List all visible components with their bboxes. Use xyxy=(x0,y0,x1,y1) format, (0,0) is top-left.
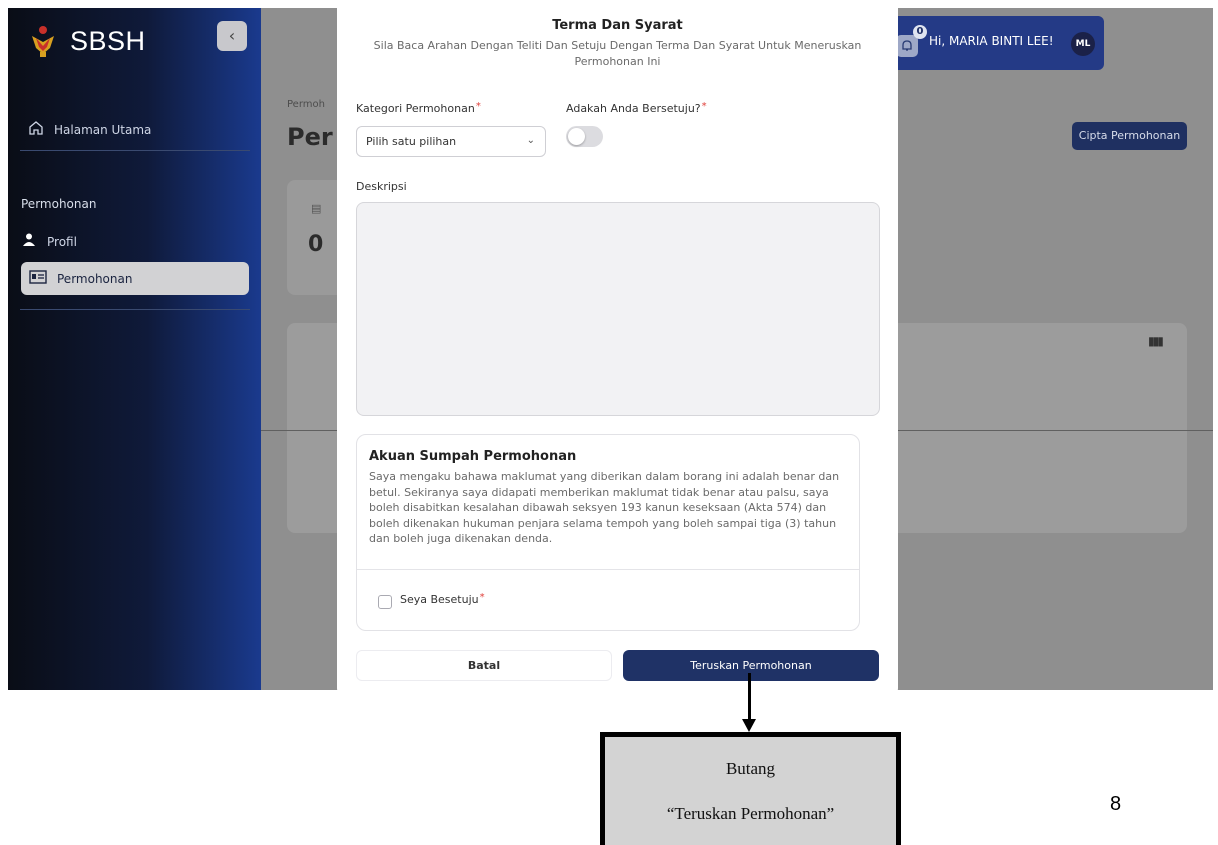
id-card-icon xyxy=(29,270,47,287)
category-select[interactable]: Pilih satu pilihan ⌄ xyxy=(356,126,546,157)
agree-label: Adakah Anda Bersetuju?* xyxy=(566,101,707,115)
oath-checkbox-label: Seya Besetuju* xyxy=(400,592,485,606)
callout-line-1: Butang xyxy=(725,759,776,778)
sidebar-collapse-button[interactable]: ‹ xyxy=(217,21,247,51)
user-bar: 0 Hi, MARIA BINTI LEE! ML xyxy=(888,16,1104,70)
user-greeting: Hi, MARIA BINTI LEE! xyxy=(929,34,1054,48)
category-label-text: Kategori Permohonan xyxy=(356,102,475,115)
sidebar-item-label: Profil xyxy=(47,234,77,249)
oath-panel: Akuan Sumpah Permohonan Saya mengaku bah… xyxy=(356,434,860,631)
agree-toggle[interactable] xyxy=(566,126,603,147)
sidebar-item-home[interactable]: Halaman Utama xyxy=(28,120,151,139)
submit-application-button[interactable]: Teruskan Permohonan xyxy=(623,650,879,681)
notification-badge: 0 xyxy=(913,25,927,39)
modal-title: Terma Dan Syarat xyxy=(552,18,683,33)
document-page: SBSH ‹ Halaman Utama Permohonan Profil P… xyxy=(0,0,1218,845)
divider xyxy=(20,150,250,151)
logo: SBSH xyxy=(28,24,146,58)
page-title: Per xyxy=(287,123,333,151)
oath-checkbox[interactable] xyxy=(378,595,392,609)
annotation-callout: Butang “Teruskan Permohonan” xyxy=(600,732,901,845)
annotation-arrow-line xyxy=(748,673,751,721)
sidebar-item-label: Permohonan xyxy=(57,271,133,286)
avatar[interactable]: ML xyxy=(1071,32,1095,56)
oath-text: Saya mengaku bahawa maklumat yang diberi… xyxy=(369,470,840,545)
category-select-value: Pilih satu pilihan xyxy=(366,135,457,148)
description-textarea[interactable] xyxy=(356,202,880,416)
description-label: Deskripsi xyxy=(356,180,407,193)
oath-checkbox-label-text: Seya Besetuju xyxy=(400,593,479,606)
sidebar: SBSH ‹ Halaman Utama Permohonan Profil P… xyxy=(8,8,261,690)
agree-label-text: Adakah Anda Bersetuju? xyxy=(566,102,701,115)
toggle-knob xyxy=(568,128,585,145)
stat-value: 0 xyxy=(308,232,324,257)
chevron-down-icon: ⌄ xyxy=(526,135,535,146)
oath-title: Akuan Sumpah Permohonan xyxy=(369,449,577,464)
required-mark: * xyxy=(475,101,481,112)
sidebar-item-permohonan[interactable]: Permohonan xyxy=(21,262,249,295)
columns-icon[interactable]: ▮▮▮ xyxy=(1148,334,1164,348)
sidebar-item-profil[interactable]: Profil xyxy=(21,232,77,251)
required-mark: * xyxy=(479,592,485,603)
category-label: Kategori Permohonan* xyxy=(356,101,481,115)
bell-icon[interactable] xyxy=(896,35,918,57)
cancel-button[interactable]: Batal xyxy=(356,650,612,681)
logo-emblem-icon xyxy=(28,24,58,58)
callout-line-2: “Teruskan Permohonan” xyxy=(666,804,835,823)
modal-subtitle: Sila Baca Arahan Dengan Teliti Dan Setuj… xyxy=(373,39,862,68)
create-application-button[interactable]: Cipta Permohonan xyxy=(1072,122,1187,150)
chevron-left-icon: ‹ xyxy=(228,26,236,45)
breadcrumb: Permoh xyxy=(287,99,325,110)
document-icon: ▤ xyxy=(311,202,322,215)
divider xyxy=(20,309,250,310)
sidebar-item-label: Halaman Utama xyxy=(54,122,152,137)
logo-text: SBSH xyxy=(70,25,146,56)
terms-modal: Terma Dan Syarat Sila Baca Arahan Dengan… xyxy=(337,8,898,690)
sidebar-section-title: Permohonan xyxy=(21,197,97,211)
home-icon xyxy=(28,120,44,139)
annotation-arrow-head xyxy=(742,719,756,732)
user-icon xyxy=(21,232,37,251)
divider xyxy=(357,569,859,570)
app-screenshot: SBSH ‹ Halaman Utama Permohonan Profil P… xyxy=(8,8,1213,690)
required-mark: * xyxy=(701,101,707,112)
page-number: 8 xyxy=(1110,793,1122,815)
